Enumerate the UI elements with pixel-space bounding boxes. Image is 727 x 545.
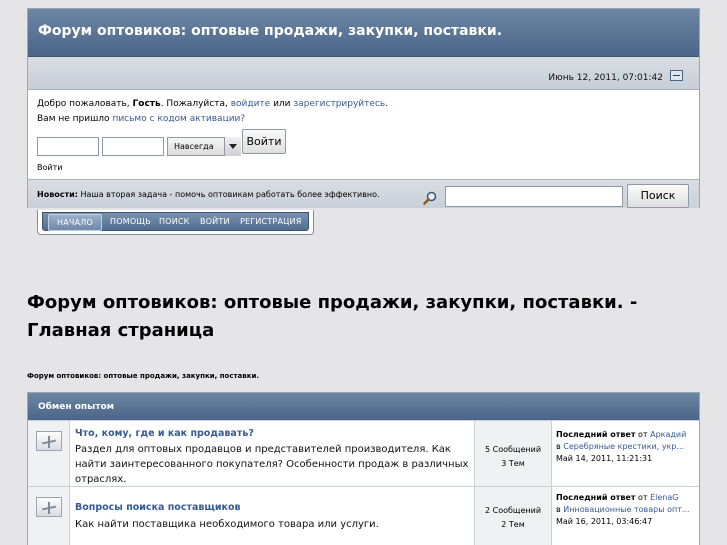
news-text: Новости: Наша вторая задача - помочь опт… xyxy=(37,190,380,199)
login-button[interactable]: Войти xyxy=(242,129,286,154)
site-title: Форум оптовиков: оптовые продажи, закупк… xyxy=(38,23,503,39)
page-title: Форум оптовиков: оптовые продажи, закупк… xyxy=(27,292,638,341)
activation-email-link[interactable]: письмо с кодом активации? xyxy=(112,114,245,124)
forum-header: Форум оптовиков: оптовые продажи, закупк… xyxy=(27,8,700,208)
board-last-post: Последний ответ от Аркадий в Серебряные … xyxy=(552,421,699,486)
menu-search[interactable]: ПОИСК xyxy=(159,217,190,226)
welcome-text: Добро пожаловать, Гость. Пожалуйста, вой… xyxy=(37,99,389,124)
board-row: Что, кому, где и как продавать? Раздел д… xyxy=(28,420,699,486)
date-bar: Июнь 12, 2011, 07:01:42 xyxy=(28,57,699,90)
board-last-post: Последний ответ от ElenaG в Инновационны… xyxy=(552,487,699,545)
board-name-link[interactable]: Что, кому, где и как продавать? xyxy=(75,428,254,439)
search-icon xyxy=(423,191,437,205)
category-title: Обмен опытом xyxy=(38,402,115,412)
guest-name: Гость xyxy=(132,99,161,109)
login-link[interactable]: войдите xyxy=(231,99,271,109)
username-input[interactable] xyxy=(37,137,99,156)
board-row: Вопросы поиска поставщиков Как найти пос… xyxy=(28,486,699,545)
last-post-topic-link[interactable]: Инновационные товары опт... xyxy=(563,505,689,514)
board-description: Раздел для оптовых продавцов и представи… xyxy=(75,444,469,485)
search-button[interactable]: Поиск xyxy=(627,184,689,208)
board-stats: 5 Сообщений 3 Тем xyxy=(475,421,552,486)
chevron-down-icon[interactable] xyxy=(224,137,241,156)
board-stats: 2 Сообщений 2 Тем xyxy=(475,487,552,545)
category-header: Обмен опытом xyxy=(28,393,699,420)
board-name-link[interactable]: Вопросы поиска поставщиков xyxy=(75,502,241,513)
breadcrumb[interactable]: Форум оптовиков: оптовые продажи, закупк… xyxy=(27,372,259,380)
category-table: Обмен опытом Что, кому, где и как продав… xyxy=(27,392,700,545)
last-post-user-link[interactable]: ElenaG xyxy=(650,493,678,502)
menu-login[interactable]: ВОЙТИ xyxy=(200,217,230,226)
board-read-icon xyxy=(36,497,62,517)
last-post-user-link[interactable]: Аркадий xyxy=(650,430,686,439)
menu-register[interactable]: РЕГИСТРАЦИЯ xyxy=(240,217,301,226)
board-description: Как найти поставщика необходимого товара… xyxy=(75,519,379,530)
menu-help[interactable]: ПОМОЩЬ xyxy=(110,217,151,226)
password-input[interactable] xyxy=(102,137,164,156)
collapse-icon[interactable] xyxy=(670,70,683,81)
current-date: Июнь 12, 2011, 07:01:42 xyxy=(548,73,663,83)
last-post-topic-link[interactable]: Серебряные крестики, укр... xyxy=(563,442,684,451)
menu-home[interactable]: НАЧАЛО xyxy=(48,214,102,231)
main-menu: НАЧАЛО ПОМОЩЬ ПОИСК ВОЙТИ РЕГИСТРАЦИЯ xyxy=(37,210,314,235)
board-read-icon xyxy=(36,431,62,451)
title-bar: Форум оптовиков: оптовые продажи, закупк… xyxy=(28,9,699,57)
login-panel: Добро пожаловать, Гость. Пожалуйста, вой… xyxy=(28,91,699,179)
register-link[interactable]: зарегистрируйтесь xyxy=(293,99,385,109)
login-caption: Войти xyxy=(37,163,63,172)
search-input[interactable] xyxy=(445,186,623,207)
news-bar: Новости: Наша вторая задача - помочь опт… xyxy=(28,179,699,208)
